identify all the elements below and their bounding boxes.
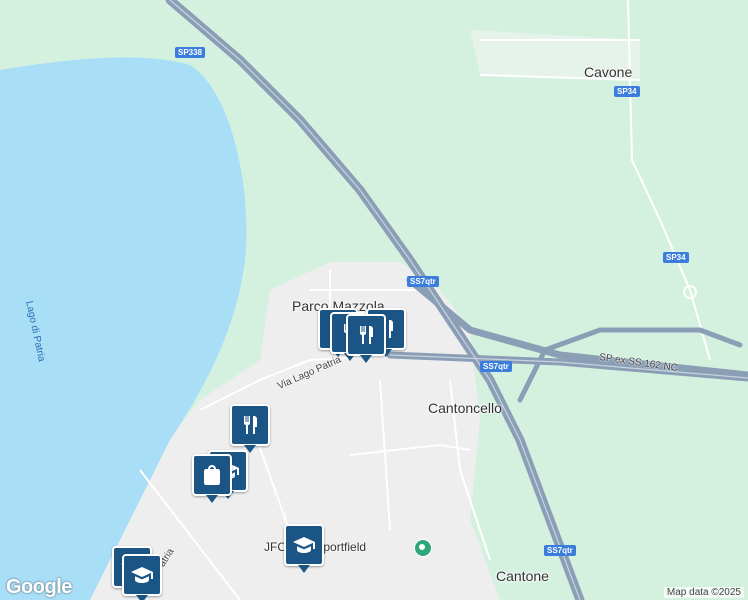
map-attribution[interactable]: Map data ©2025	[663, 587, 744, 598]
restaurant-pin[interactable]	[230, 404, 270, 453]
graduation-cap-icon	[293, 537, 315, 553]
road-shield-sp34-east: SP34	[663, 252, 689, 263]
graduation-cap-icon	[131, 567, 153, 583]
place-label-cavone: Cavone	[584, 64, 633, 80]
school-pin[interactable]	[284, 524, 324, 573]
shopping-bag-icon	[204, 465, 220, 485]
school-pin[interactable]	[122, 554, 162, 600]
google-logo[interactable]: Google	[6, 576, 72, 599]
sportfield-icon[interactable]	[414, 539, 432, 557]
road-shield-ss7qtr-north: SS7qtr	[407, 276, 439, 287]
fork-knife-icon	[244, 416, 257, 434]
road-shield-ss7qtr-mid: SS7qtr	[480, 361, 512, 372]
road-shield-sp34-north: SP34	[614, 86, 640, 97]
place-label-cantone: Cantone	[496, 568, 549, 584]
restaurant-pin[interactable]	[346, 314, 386, 363]
road-shield-ss7qtr-south: SS7qtr	[544, 545, 576, 556]
shopping-pin[interactable]	[192, 454, 232, 503]
road-shield-sp338: SP338	[175, 47, 206, 58]
fork-knife-icon	[360, 326, 373, 344]
place-label-cantoncello: Cantoncello	[428, 400, 502, 416]
map-canvas[interactable]: Lago di Patria Cavone Parco Mazzola Cant…	[0, 0, 748, 600]
